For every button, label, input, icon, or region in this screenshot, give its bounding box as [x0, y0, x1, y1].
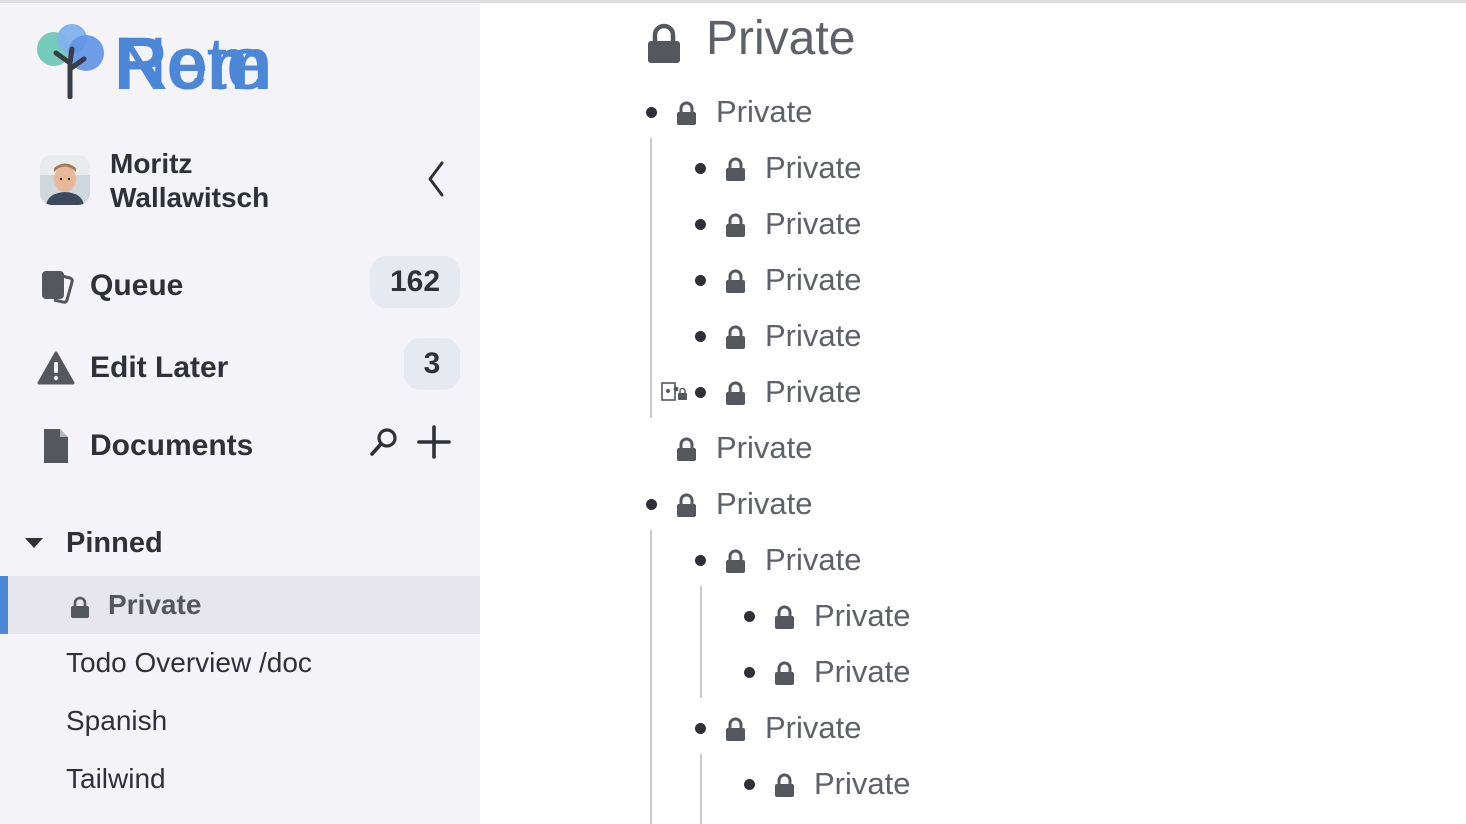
pinned-item-todo-overview[interactable]: Todo Overview /doc [0, 634, 480, 692]
plus-icon[interactable] [416, 424, 452, 460]
pinned-item-private[interactable]: Private [0, 576, 480, 634]
rem-text[interactable]: Private [716, 485, 812, 523]
drag-handle-icon [661, 382, 687, 401]
rem-item[interactable]: Private [695, 147, 1095, 187]
rem-item[interactable]: Private [695, 259, 1095, 299]
pinned-item-label: Todo Overview /doc [66, 647, 312, 678]
rem-text[interactable]: Private [765, 149, 861, 187]
chevron-left-icon [428, 161, 444, 197]
pinned-section-toggle[interactable]: Pinned [22, 523, 322, 563]
user-avatar[interactable] [40, 155, 90, 205]
rem-bullet[interactable] [695, 275, 706, 286]
queue-count-badge: 162 [370, 256, 460, 308]
lock-icon [71, 596, 89, 618]
nav-edit-later[interactable]: Edit Later 3 [36, 338, 462, 394]
document-title-text: Private [706, 12, 856, 65]
rem-item[interactable]: Private [646, 427, 1046, 467]
rem-bullet[interactable] [744, 667, 755, 678]
collapse-sidebar-button[interactable] [424, 159, 450, 199]
rem-text[interactable]: Private [814, 597, 910, 635]
rem-bullet[interactable] [646, 107, 657, 118]
edit-later-count-badge: 3 [404, 338, 460, 390]
rem-item[interactable]: Private [695, 203, 1095, 243]
rem-bullet[interactable] [695, 387, 706, 398]
rem-item[interactable]: Private [695, 539, 1095, 579]
rem-item[interactable]: Private [646, 91, 1046, 131]
rem-text[interactable]: Private [765, 373, 861, 411]
indent-line [700, 586, 702, 698]
user-name: Moritz Wallawitsch [110, 148, 270, 213]
nav-queue-label: Queue [90, 269, 184, 302]
nav-edit-later-label: Edit Later [90, 351, 229, 384]
document-editor: Private Private Private Private Private Priv… [480, 3, 1466, 824]
pinned-item-label: Tailwind [66, 763, 166, 794]
user-profile[interactable]: Moritz Wallawitsch [40, 145, 460, 215]
rem-text[interactable]: Private [716, 429, 812, 467]
rem-bullet[interactable] [695, 723, 706, 734]
rem-item[interactable]: Private [744, 595, 1144, 635]
pinned-section-label: Pinned [66, 527, 163, 559]
rem-text[interactable]: Private [814, 653, 910, 691]
nav-queue[interactable]: Queue 162 [36, 256, 462, 312]
warning-icon [37, 351, 75, 385]
search-icon[interactable] [366, 424, 402, 460]
sidebar: Rem Note Moritz Wallawitsch Queue 162 Ed… [0, 3, 480, 824]
nav-documents-label: Documents [90, 429, 254, 462]
rem-bullet[interactable] [744, 611, 755, 622]
document-title[interactable]: Private [646, 9, 1146, 69]
rem-text[interactable]: Private [765, 709, 861, 747]
rem-item[interactable]: Private [744, 651, 1144, 691]
rem-item[interactable]: Private [695, 315, 1095, 355]
rem-bullet[interactable] [695, 555, 706, 566]
caret-down-icon [25, 538, 43, 548]
lock-icon [648, 23, 680, 63]
rem-text[interactable]: Private [765, 205, 861, 243]
indent-line [700, 754, 702, 824]
rem-item[interactable]: Private [744, 763, 1144, 803]
rem-text[interactable]: Private [765, 261, 861, 299]
drag-handle[interactable] [660, 381, 692, 403]
tree-logo-icon [37, 24, 104, 99]
pinned-item-spanish[interactable]: Spanish [0, 692, 480, 750]
rem-bullet[interactable] [744, 779, 755, 790]
indent-line [650, 530, 652, 824]
rem-text[interactable]: Private [765, 541, 861, 579]
pinned-item-tailwind[interactable]: Tailwind [0, 750, 480, 808]
logo-wordmark: Rem Note [114, 22, 272, 105]
rem-text[interactable]: Private [765, 317, 861, 355]
indent-line [650, 138, 652, 418]
rem-item[interactable]: Private [695, 371, 1095, 411]
rem-text[interactable]: Private [814, 765, 910, 803]
rem-bullet[interactable] [695, 331, 706, 342]
rem-item[interactable]: Private [646, 483, 1046, 523]
rem-bullet[interactable] [695, 219, 706, 230]
rem-bullet[interactable] [646, 499, 657, 510]
nav-documents[interactable]: Documents [36, 416, 462, 472]
pinned-item-label: Spanish [66, 705, 168, 736]
document-icon [44, 429, 68, 463]
pinned-item-label: Private [108, 589, 202, 620]
remnote-logo[interactable]: Rem Note [34, 23, 454, 103]
flashcards-icon [42, 271, 74, 304]
rem-bullet[interactable] [695, 163, 706, 174]
rem-text[interactable]: Private [716, 93, 812, 131]
rem-item[interactable]: Private [695, 707, 1095, 747]
